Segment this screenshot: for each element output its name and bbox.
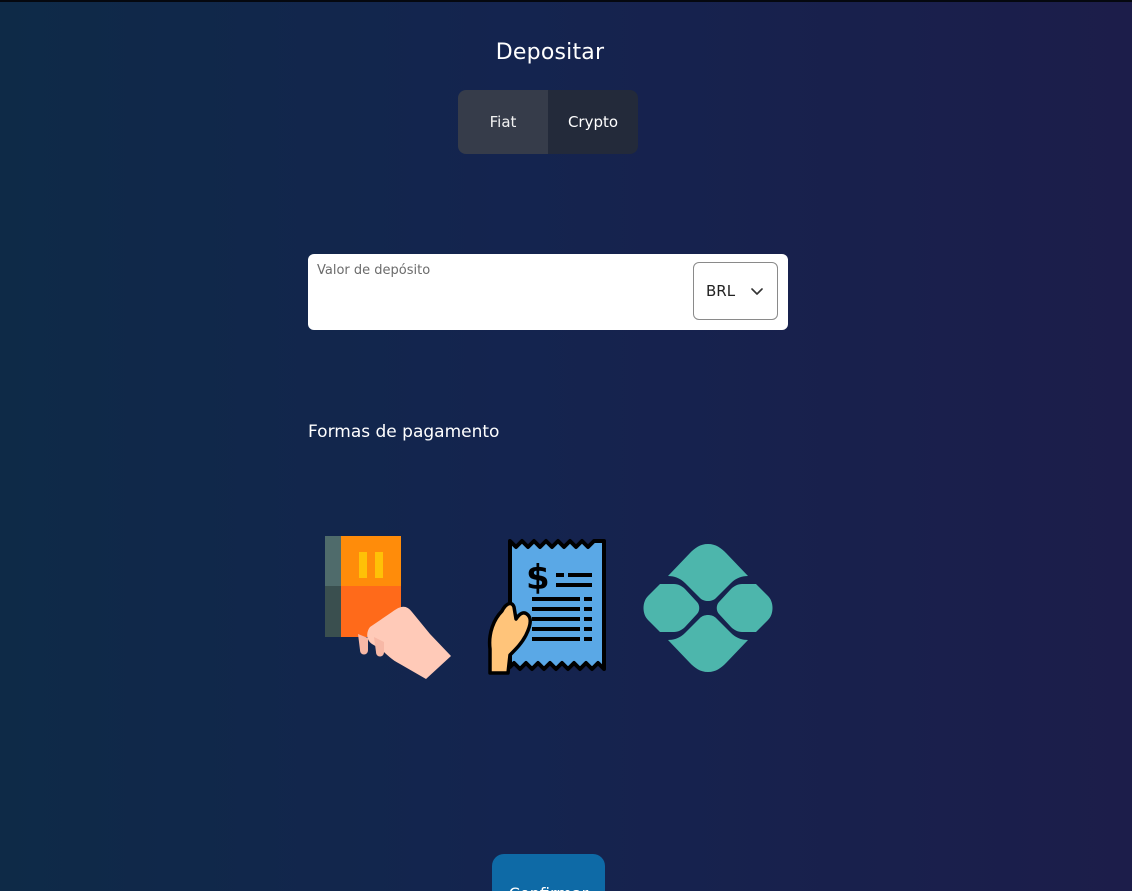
boleto-receipt-icon: $ (487, 539, 606, 675)
confirm-button[interactable]: Confirmar (492, 854, 605, 891)
pix-icon (643, 544, 773, 672)
svg-text:$: $ (526, 558, 550, 598)
deposit-amount-label: Valor de depósito (317, 263, 431, 278)
deposit-type-tabs: Fiat Crypto (458, 90, 638, 154)
payment-method-pix[interactable] (640, 540, 776, 676)
credit-card-hand-icon (325, 536, 451, 679)
payment-method-card[interactable] (320, 532, 455, 682)
deposit-amount-input[interactable] (316, 284, 690, 320)
chevron-down-icon (751, 288, 763, 295)
tab-crypto[interactable]: Crypto (548, 90, 638, 154)
tab-fiat[interactable]: Fiat (458, 90, 548, 154)
payment-method-boleto[interactable]: $ (486, 537, 610, 679)
payment-methods-title: Formas de pagamento (308, 422, 500, 442)
page-title: Depositar (495, 40, 605, 65)
deposit-amount-field: Valor de depósito BRL (308, 254, 788, 330)
currency-select-value: BRL (706, 282, 736, 300)
currency-select[interactable]: BRL (693, 262, 778, 320)
